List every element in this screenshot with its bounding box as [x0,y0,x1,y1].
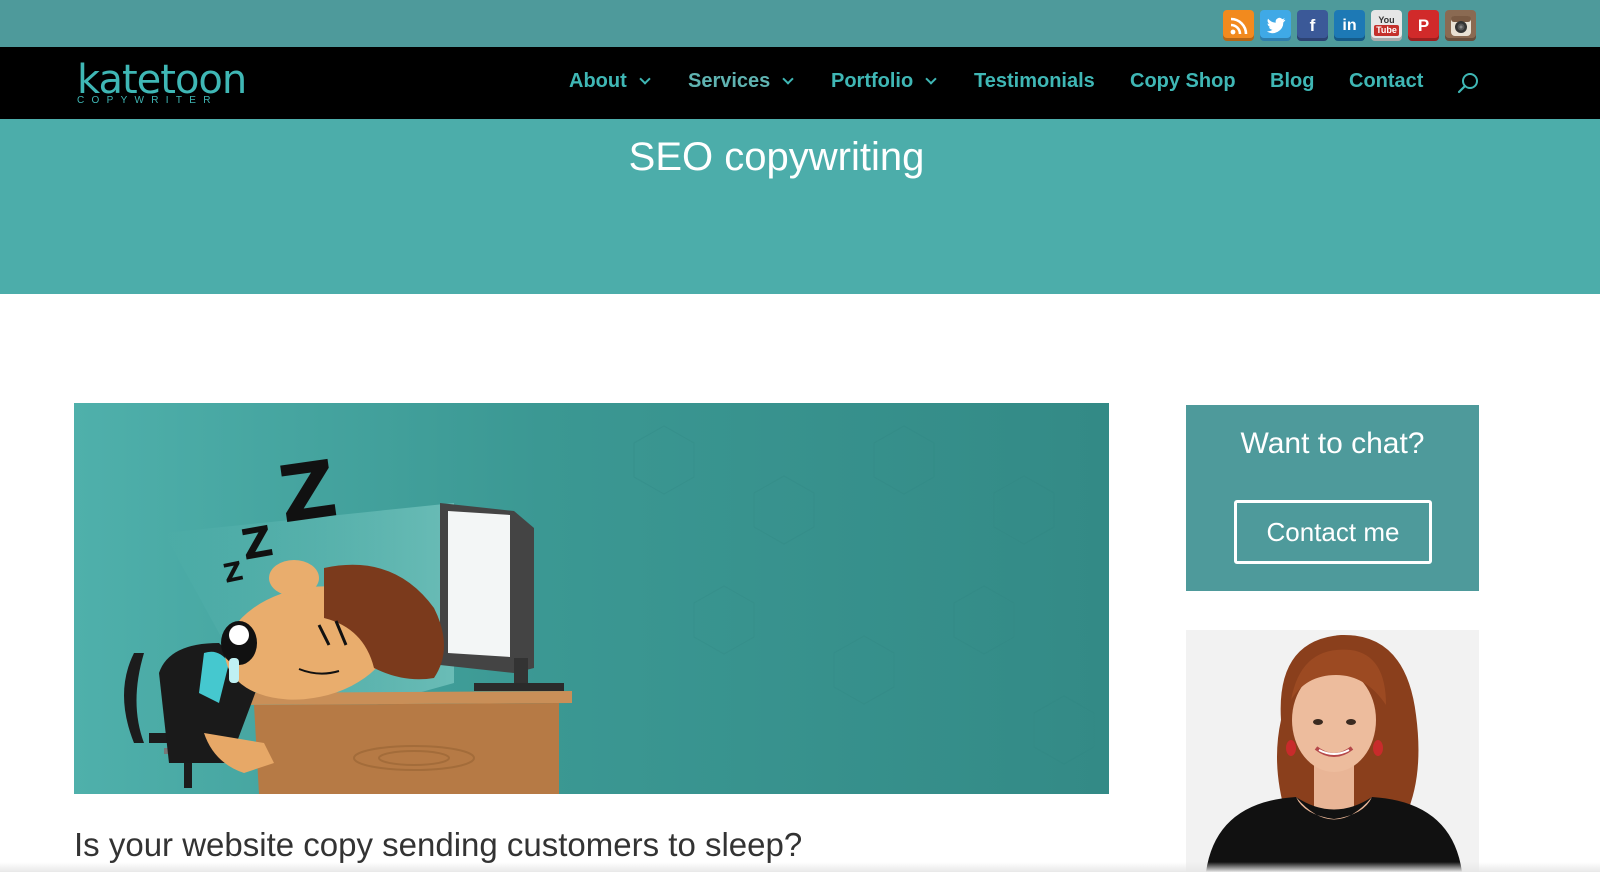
nav-blog-label: Blog [1270,70,1315,92]
bottom-edge [0,862,1600,872]
chat-title: Want to chat? [1240,427,1425,460]
facebook-icon[interactable]: f [1297,10,1328,41]
nav-about[interactable]: About [569,70,651,93]
author-portrait [1186,630,1479,872]
nav-portfolio-label: Portfolio [831,70,914,92]
chevron-down-icon [639,72,651,85]
page-title: SEO copywriting [628,135,925,179]
section-heading: Is your website copy sending customers t… [74,826,803,863]
logo-text: katetoon [77,57,247,103]
nav-blog[interactable]: Blog [1270,70,1314,93]
social-bar: f in You Tube P [0,0,1600,47]
social-icons: f in You Tube P [1223,10,1476,41]
nav-about-label: About [569,70,627,92]
nav-portfolio[interactable]: Portfolio [831,70,937,93]
search-icon[interactable] [1456,71,1480,95]
page-header-banner: SEO copywriting [0,119,1600,294]
sleeping-at-desk-illustration: Z Z Z [74,403,1109,794]
nav-contact[interactable]: Contact [1349,70,1423,93]
nav-services-label: Services [688,70,771,92]
rss-icon[interactable] [1223,10,1254,41]
nav-services[interactable]: Services [688,70,794,93]
main-navbar: katetoon COPYWRITER About Services Portf… [0,47,1600,119]
chevron-down-icon [782,72,794,85]
twitter-icon[interactable] [1260,10,1291,41]
chat-widget: Want to chat? Contact me [1186,405,1479,591]
youtube-icon[interactable]: You Tube [1371,10,1402,41]
linkedin-icon[interactable]: in [1334,10,1365,41]
nav-copy-shop[interactable]: Copy Shop [1130,70,1236,93]
nav-testimonials[interactable]: Testimonials [974,70,1095,93]
site-logo[interactable]: katetoon COPYWRITER [77,57,247,106]
nav-testimonials-label: Testimonials [974,70,1095,92]
pinterest-icon[interactable]: P [1408,10,1439,41]
contact-me-button[interactable]: Contact me [1234,500,1432,564]
nav-copy-shop-label: Copy Shop [1130,70,1236,92]
chevron-down-icon [925,72,937,85]
instagram-icon[interactable] [1445,10,1476,41]
nav-contact-label: Contact [1349,70,1424,92]
